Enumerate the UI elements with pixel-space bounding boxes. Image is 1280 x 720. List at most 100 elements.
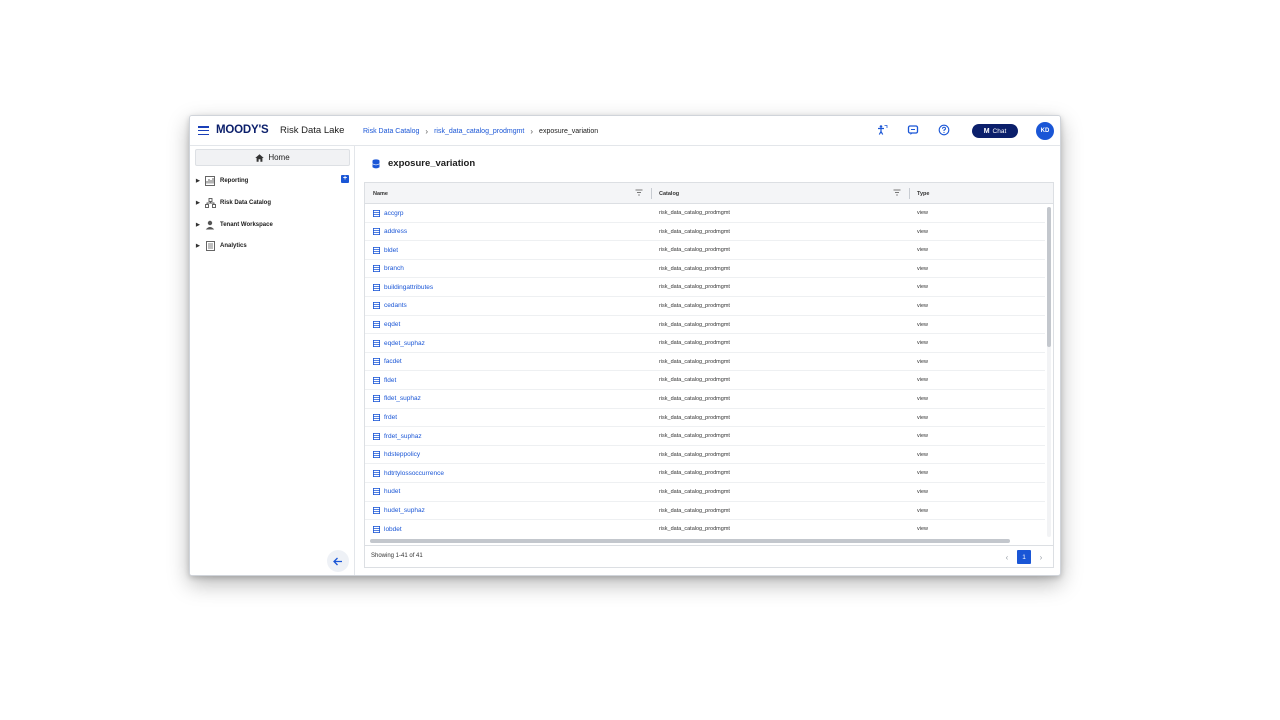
cell-name[interactable]: frdet_suphaz: [373, 427, 422, 445]
table-row[interactable]: lobdet risk_data_catalog_prodmgmt view: [365, 520, 1045, 537]
cell-name-text[interactable]: eqdet_suphaz: [384, 340, 425, 347]
sidebar-item-tenant-workspace[interactable]: ▶ Tenant Workspace: [196, 219, 273, 231]
cell-name[interactable]: bldet: [373, 241, 398, 259]
cell-name-text[interactable]: hdtrtylossoccurrence: [384, 470, 444, 477]
cell-type: view: [917, 265, 929, 272]
table-icon: [373, 525, 380, 533]
showing-count: Showing 1-41 of 41: [371, 553, 423, 559]
cell-name-text[interactable]: hudet: [384, 488, 400, 495]
moodys-m-icon: M: [983, 127, 990, 135]
cell-name[interactable]: eqdet_suphaz: [373, 334, 425, 352]
vertical-scrollbar[interactable]: [1047, 207, 1051, 537]
filter-icon[interactable]: [893, 189, 901, 196]
cell-name-text[interactable]: frdet: [384, 414, 397, 421]
cell-name[interactable]: hudet_suphaz: [373, 502, 425, 520]
cell-name-text[interactable]: address: [384, 228, 407, 235]
cell-name-text[interactable]: hudet_suphaz: [384, 507, 425, 514]
table-icon: [373, 414, 380, 422]
vertical-scrollbar-thumb[interactable]: [1047, 207, 1051, 347]
table-row[interactable]: eqdet risk_data_catalog_prodmgmt view: [365, 316, 1045, 335]
cell-type: view: [917, 321, 929, 328]
table-row[interactable]: branch risk_data_catalog_prodmgmt view: [365, 260, 1045, 279]
help-icon[interactable]: [938, 124, 950, 136]
cell-catalog: risk_data_catalog_prodmgmt: [659, 265, 730, 272]
cell-name[interactable]: facdet: [373, 353, 402, 371]
hamburger-icon[interactable]: [198, 126, 209, 136]
cell-name-text[interactable]: fldet_suphaz: [384, 395, 421, 402]
home-button[interactable]: Home: [195, 149, 350, 166]
column-resize-handle[interactable]: [651, 188, 652, 199]
breadcrumb-current: exposure_variation: [539, 128, 599, 135]
cell-name-text[interactable]: buildingattributes: [384, 284, 433, 291]
table-row[interactable]: accgrp risk_data_catalog_prodmgmt view: [365, 204, 1045, 223]
table-row[interactable]: address risk_data_catalog_prodmgmt view: [365, 223, 1045, 242]
horizontal-scrollbar[interactable]: [370, 539, 1010, 543]
table-icon: [373, 432, 380, 440]
cell-type: view: [917, 414, 929, 421]
cell-name-text[interactable]: lobdet: [384, 526, 402, 533]
accessibility-icon[interactable]: [876, 124, 888, 136]
column-resize-handle[interactable]: [909, 188, 910, 199]
cell-name[interactable]: buildingattributes: [373, 278, 433, 296]
cell-name-text[interactable]: frdet_suphaz: [384, 433, 422, 440]
table-row[interactable]: buildingattributes risk_data_catalog_prod…: [365, 278, 1045, 297]
table-row[interactable]: frdet_suphaz risk_data_catalog_prodmgmt vi…: [365, 427, 1045, 446]
cell-name[interactable]: eqdet: [373, 316, 400, 334]
cell-name-text[interactable]: branch: [384, 265, 404, 272]
page-number-button[interactable]: 1: [1017, 550, 1031, 564]
cell-name-text[interactable]: eqdet: [384, 321, 400, 328]
cell-name[interactable]: accgrp: [373, 204, 404, 222]
cell-name[interactable]: fldet: [373, 371, 396, 389]
cell-name[interactable]: fldet_suphaz: [373, 390, 421, 408]
breadcrumb-catalog[interactable]: risk_data_catalog_prodmgmt: [434, 128, 524, 135]
app-window: MOODY'S Risk Data Lake Risk Data Catalog…: [189, 115, 1061, 576]
chevron-right-icon: ›: [530, 127, 534, 136]
collapse-sidebar-button[interactable]: [327, 550, 349, 572]
table-row[interactable]: hdsteppolicy risk_data_catalog_prodmgmt vi…: [365, 446, 1045, 465]
add-icon[interactable]: +: [341, 175, 349, 183]
cell-name[interactable]: hdsteppolicy: [373, 446, 420, 464]
message-icon[interactable]: [907, 124, 919, 136]
cell-name-text[interactable]: accgrp: [384, 210, 404, 217]
filter-icon[interactable]: [635, 189, 643, 196]
table-icon: [373, 209, 380, 217]
cell-catalog: risk_data_catalog_prodmgmt: [659, 358, 730, 365]
cell-name[interactable]: address: [373, 223, 407, 241]
column-header-name[interactable]: Name: [373, 183, 388, 204]
next-page-icon[interactable]: ›: [1037, 553, 1045, 562]
cell-name[interactable]: cedants: [373, 297, 407, 315]
sidebar-item-risk-data-catalog[interactable]: ▶ Risk Data Catalog: [196, 197, 271, 209]
cell-name-text[interactable]: cedants: [384, 302, 407, 309]
cell-name-text[interactable]: bldet: [384, 247, 398, 254]
cell-name[interactable]: hudet: [373, 483, 400, 501]
cell-name-text[interactable]: hdsteppolicy: [384, 451, 420, 458]
breadcrumb-risk-data-catalog[interactable]: Risk Data Catalog: [363, 128, 419, 135]
table-row[interactable]: bldet risk_data_catalog_prodmgmt view: [365, 241, 1045, 260]
cell-name[interactable]: branch: [373, 260, 404, 278]
cell-name[interactable]: lobdet: [373, 520, 402, 537]
table-row[interactable]: fldet_suphaz risk_data_catalog_prodmgmt vi…: [365, 390, 1045, 409]
table-row[interactable]: facdet risk_data_catalog_prodmgmt view: [365, 353, 1045, 372]
table-row[interactable]: hudet risk_data_catalog_prodmgmt view: [365, 483, 1045, 502]
sidebar-item-reporting[interactable]: ▶ Reporting: [196, 175, 248, 187]
cell-name-text[interactable]: fldet: [384, 377, 396, 384]
table-row[interactable]: hdtrtylossoccurrence risk_data_catalog_pr…: [365, 464, 1045, 483]
sidebar-item-analytics[interactable]: ▶ Analytics: [196, 240, 247, 252]
table-row[interactable]: hudet_suphaz risk_data_catalog_prodmgmt vi…: [365, 502, 1045, 521]
column-header-type[interactable]: Type: [917, 183, 929, 204]
cell-type: view: [917, 433, 929, 440]
database-icon: [372, 158, 380, 168]
table-row[interactable]: cedants risk_data_catalog_prodmgmt view: [365, 297, 1045, 316]
cell-name[interactable]: hdtrtylossoccurrence: [373, 464, 444, 482]
column-header-catalog[interactable]: Catalog: [659, 183, 679, 204]
table-row[interactable]: frdet risk_data_catalog_prodmgmt view: [365, 409, 1045, 428]
chat-button[interactable]: M Chat: [972, 124, 1018, 138]
avatar[interactable]: KD: [1036, 122, 1054, 140]
prev-page-icon[interactable]: ‹: [1003, 553, 1011, 562]
cell-name-text[interactable]: facdet: [384, 358, 402, 365]
cell-name[interactable]: frdet: [373, 409, 397, 427]
cell-type: view: [917, 340, 929, 347]
table-row[interactable]: fldet risk_data_catalog_prodmgmt view: [365, 371, 1045, 390]
table-row[interactable]: eqdet_suphaz risk_data_catalog_prodmgmt vi…: [365, 334, 1045, 353]
table-icon: [373, 358, 380, 366]
